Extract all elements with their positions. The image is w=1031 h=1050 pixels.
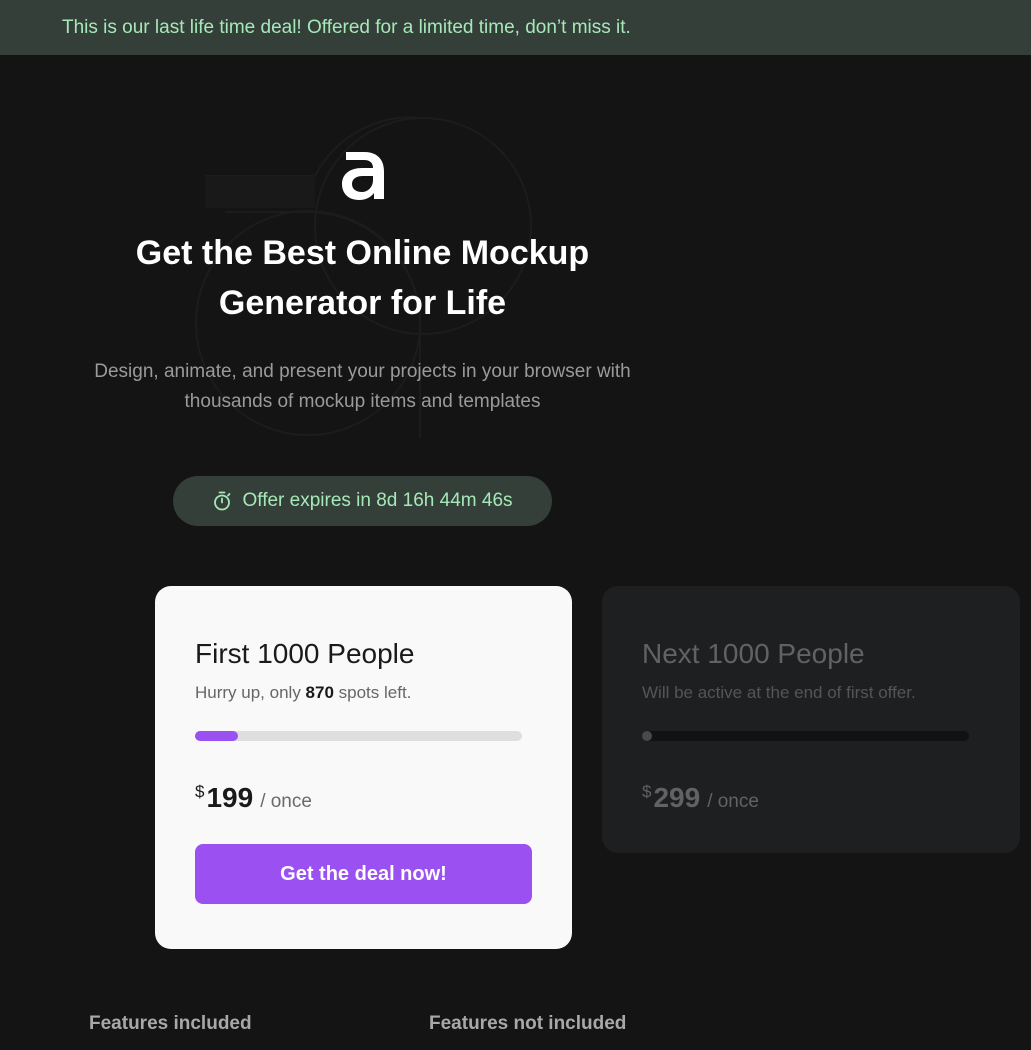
note-suffix: spots left. [333,683,412,702]
offer-card-next: Next 1000 People Will be active at the e… [602,586,1020,853]
features-not-included-heading: Features not included [429,1013,627,1034]
offer-note: Will be active at the end of first offer… [642,683,916,702]
app-logo-icon [342,152,384,200]
timer-text: Offer expires in 8d 16h 44m 46s [242,490,513,511]
announcement-banner: This is our last life time deal! Offered… [0,0,1031,55]
page-title: Get the Best Online Mockup Generator for… [135,234,590,322]
price: $ 299 / once [642,782,759,814]
banner-text: This is our last life time deal! Offered… [62,17,631,38]
offer-card-first: First 1000 People Hurry up, only 870 spo… [155,586,572,949]
spots-progress-bar [642,731,969,741]
price-currency: $ [642,782,652,801]
price: $ 199 / once [195,782,312,814]
price-period: / once [707,791,759,812]
offer-title: First 1000 People [195,638,415,669]
page-subtitle: Design, animate, and present your projec… [94,361,631,412]
offer-timer: Offer expires in 8d 16h 44m 46s [173,476,552,526]
progress-fill [195,731,238,741]
stopwatch-icon [214,491,231,511]
price-amount: 299 [653,782,701,813]
price-currency: $ [195,782,205,801]
spots-progress-bar [195,731,522,741]
price-amount: 199 [206,782,254,813]
price-period: / once [260,791,312,812]
spots-left-note: Hurry up, only 870 spots left. [195,683,411,703]
offer-title: Next 1000 People [642,638,865,669]
features-included-heading: Features included [89,1013,252,1034]
get-deal-button[interactable]: Get the deal now! [195,844,532,904]
spots-left-count: 870 [305,683,334,702]
progress-fill [642,731,652,741]
note-prefix: Hurry up, only [195,683,306,702]
